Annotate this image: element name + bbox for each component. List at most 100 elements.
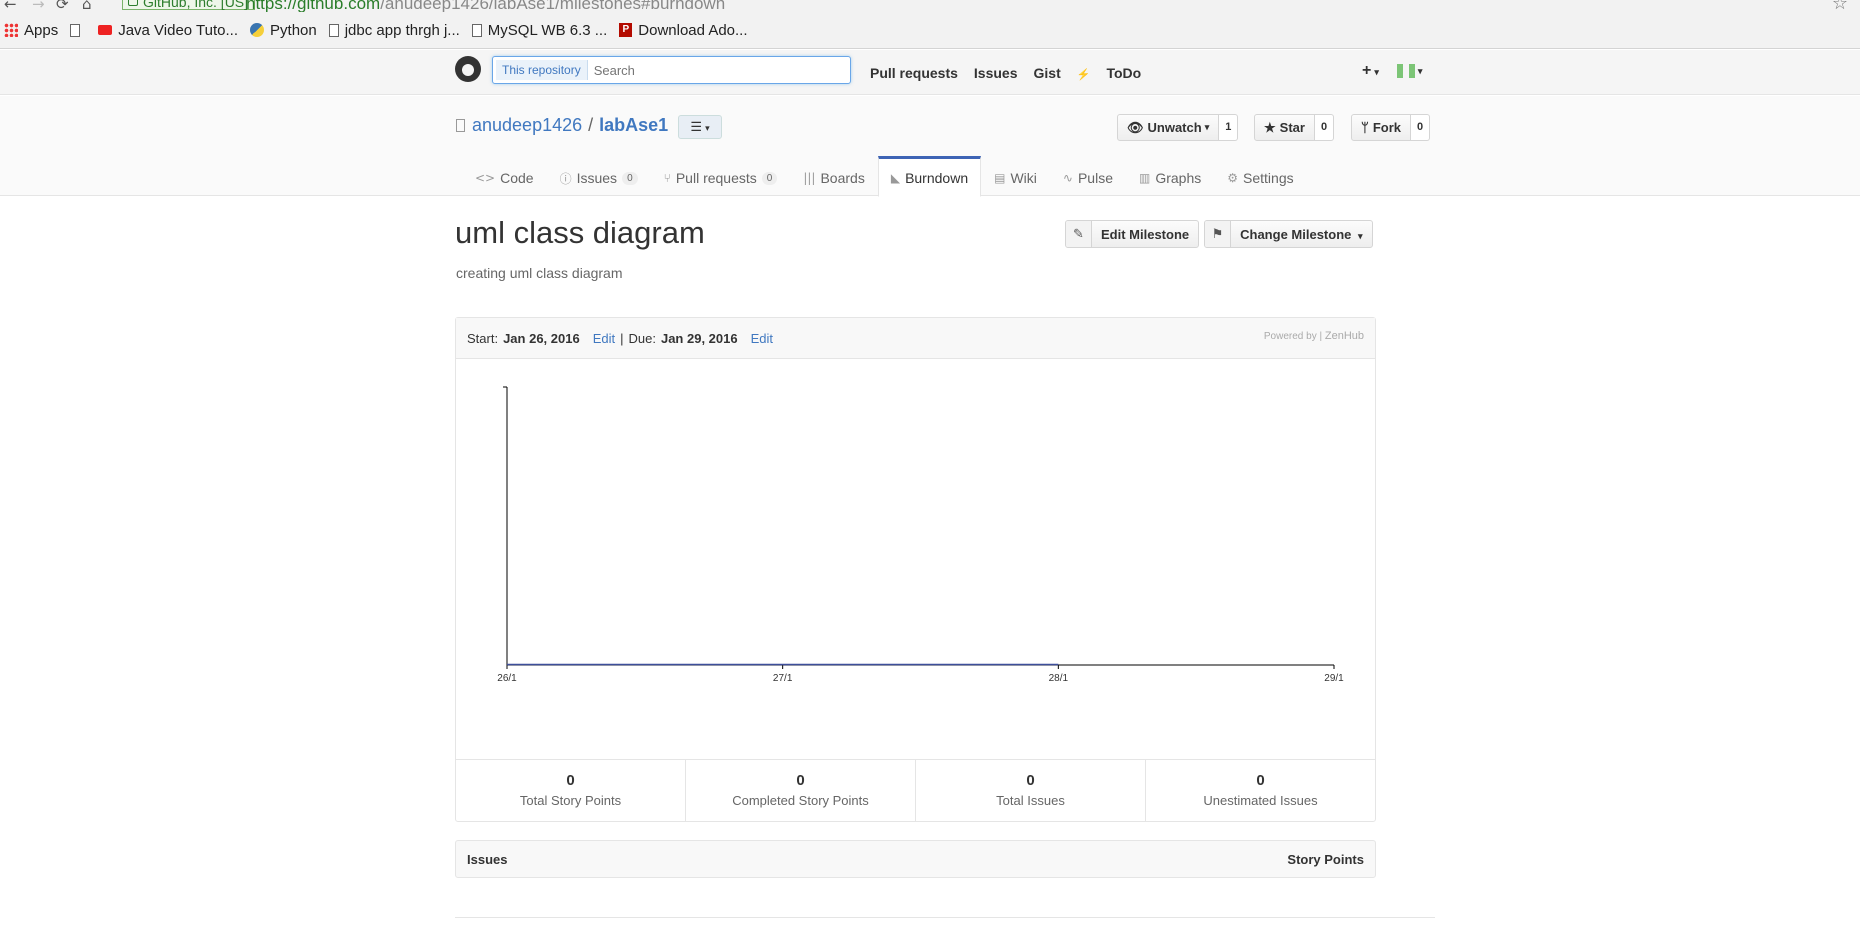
repo-separator: / bbox=[588, 115, 594, 135]
x-tick-label: 28/1 bbox=[1049, 673, 1069, 684]
repo-icon bbox=[456, 119, 465, 132]
bookmark-mysql[interactable]: MySQL WB 6.3 ... bbox=[471, 22, 607, 39]
bookmark-java[interactable]: Java Video Tuto... bbox=[98, 22, 238, 39]
star-button[interactable]: ★ Star bbox=[1254, 114, 1315, 141]
edit-start-link[interactable]: Edit bbox=[593, 331, 615, 346]
header-actions: + ▾ ▾ bbox=[1362, 62, 1422, 80]
repo-tabs: <> Code ⓘ Issues 0 ⑂ Pull requests 0 ||| Board… bbox=[462, 156, 1307, 197]
stat-total-story-points: 0 Total Story Points bbox=[456, 760, 686, 822]
x-tick-label: 29/1 bbox=[1324, 673, 1344, 684]
boards-icon: ||| bbox=[803, 171, 816, 185]
star-icon: ★ bbox=[1264, 120, 1276, 135]
repo-header: anudeep1426 / labAse1 ☰ ▾ 👁 Unwatch ▾ 1 ★ St… bbox=[0, 96, 1860, 197]
story-points-column-header: Story Points bbox=[1287, 851, 1364, 867]
nav-pull-requests[interactable]: Pull requests bbox=[870, 65, 958, 81]
nav-gist[interactable]: Gist bbox=[1034, 65, 1061, 81]
issues-count: 0 bbox=[622, 171, 638, 185]
milestone-title: uml class diagram bbox=[455, 215, 705, 250]
reload-icon[interactable]: ⟳ bbox=[56, 0, 69, 12]
bookmarks-bar: Apps Java Video Tuto... Python jdbc app … bbox=[0, 12, 1860, 49]
edit-milestone-button[interactable]: ✎ Edit Milestone bbox=[1065, 220, 1200, 248]
tab-boards[interactable]: ||| Boards bbox=[790, 159, 878, 197]
tab-burndown[interactable]: ◣ Burndown bbox=[877, 156, 982, 197]
pulse-icon: ∿ bbox=[1062, 171, 1073, 185]
chevron-down-icon[interactable]: ▾ bbox=[1418, 66, 1423, 77]
tab-issues[interactable]: ⓘ Issues 0 bbox=[547, 159, 651, 197]
pull-request-icon: ⑂ bbox=[663, 171, 671, 185]
security-badge[interactable]: GitHub, Inc. [US] bbox=[122, 0, 256, 10]
watch-group: 👁 Unwatch ▾ 1 bbox=[1117, 114, 1239, 141]
gear-icon: ⚙ bbox=[1227, 171, 1239, 185]
bookmark-star-icon[interactable]: ☆ bbox=[1832, 0, 1848, 12]
burndown-icon: ◣ bbox=[890, 170, 901, 185]
avatar[interactable] bbox=[1396, 64, 1415, 78]
todo-icon: ⚡ bbox=[1076, 68, 1091, 81]
issues-column-header: Issues bbox=[467, 851, 508, 867]
unwatch-button[interactable]: 👁 Unwatch ▾ bbox=[1117, 114, 1220, 141]
bookmark-jdbc[interactable]: jdbc app thrgh j... bbox=[328, 22, 460, 39]
fork-icon: ᛘ bbox=[1361, 120, 1369, 135]
tab-graphs[interactable]: ▥ Graphs bbox=[1126, 159, 1214, 197]
browser-toolbar: ← → ⟳ ⌂ GitHub, Inc. [US] https://github… bbox=[0, 0, 1860, 12]
graph-icon: ▥ bbox=[1138, 171, 1151, 185]
forward-icon[interactable]: → bbox=[32, 0, 45, 12]
file-icon bbox=[471, 23, 482, 37]
back-icon[interactable]: ← bbox=[4, 0, 17, 12]
nav-todo[interactable]: ⚡ ToDo bbox=[1077, 65, 1157, 81]
pencil-icon: ✎ bbox=[1066, 221, 1092, 247]
lock-icon bbox=[128, 0, 138, 6]
x-tick-label: 27/1 bbox=[773, 673, 793, 684]
burndown-panel-header: Start: Jan 26, 2016 Edit | Due: Jan 29, … bbox=[456, 318, 1375, 359]
python-icon bbox=[250, 23, 265, 37]
github-header: This repository Pull requests Issues Gis… bbox=[0, 50, 1860, 95]
milestone-description: creating uml class diagram bbox=[456, 265, 623, 281]
home-icon[interactable]: ⌂ bbox=[82, 0, 92, 12]
start-date: Jan 26, 2016 bbox=[503, 330, 580, 346]
bookmark-apps[interactable]: Apps bbox=[4, 22, 58, 39]
issues-table-header: Issues Story Points bbox=[455, 840, 1376, 878]
burndown-chart-svg: 26/1 27/1 28/1 29/1 bbox=[497, 386, 1344, 684]
edit-due-link[interactable]: Edit bbox=[751, 331, 773, 346]
pdf-icon: P bbox=[619, 23, 633, 37]
change-milestone-button[interactable]: ⚑ Change Milestone ▾ bbox=[1204, 220, 1373, 248]
repo-title: anudeep1426 / labAse1 bbox=[456, 115, 668, 136]
search-scope-label: This repository bbox=[496, 60, 588, 80]
issue-icon: ⓘ bbox=[559, 171, 572, 186]
bookmark-blank[interactable] bbox=[70, 23, 86, 37]
star-group: ★ Star 0 bbox=[1254, 114, 1335, 141]
search-box[interactable]: This repository bbox=[492, 56, 851, 84]
tab-pulse[interactable]: ∿ Pulse bbox=[1050, 159, 1126, 197]
fork-count[interactable]: 0 bbox=[1410, 114, 1431, 141]
milestone-actions: ✎ Edit Milestone ⚑ Change Milestone ▾ bbox=[1065, 220, 1378, 248]
nav-issues[interactable]: Issues bbox=[974, 65, 1018, 81]
tab-wiki[interactable]: ▤ Wiki bbox=[981, 159, 1050, 197]
tab-settings[interactable]: ⚙ Settings bbox=[1214, 159, 1306, 197]
address-bar[interactable]: https://github.com/anudeep1426/labAse1/m… bbox=[246, 0, 725, 12]
star-count[interactable]: 0 bbox=[1314, 114, 1335, 141]
powered-by[interactable]: Powered by | ZenHub bbox=[1264, 330, 1364, 342]
eye-icon: 👁 bbox=[1127, 120, 1144, 135]
stat-unestimated-issues: 0 Unestimated Issues bbox=[1203, 772, 1318, 808]
github-logo-icon[interactable] bbox=[455, 56, 481, 82]
tab-pull-requests[interactable]: ⑂ Pull requests 0 bbox=[651, 159, 791, 197]
header-nav: Pull requests Issues Gist ⚡ ToDo bbox=[870, 50, 1173, 95]
due-date: Jan 29, 2016 bbox=[660, 330, 738, 346]
list-menu-button[interactable]: ☰ ▾ bbox=[678, 115, 722, 139]
youtube-icon bbox=[98, 25, 113, 35]
stat-completed-story-points: 0 Completed Story Points bbox=[686, 760, 916, 822]
bookmark-python[interactable]: Python bbox=[250, 22, 317, 39]
tab-code[interactable]: <> Code bbox=[462, 159, 547, 197]
create-new-icon[interactable]: + ▾ bbox=[1362, 62, 1379, 80]
bookmark-adobe[interactable]: P Download Ado... bbox=[619, 22, 748, 39]
footer-divider bbox=[455, 917, 1435, 918]
file-icon bbox=[70, 23, 81, 37]
search-input[interactable] bbox=[593, 62, 794, 78]
code-icon: <> bbox=[475, 171, 496, 185]
fork-group: ᛘ Fork 0 bbox=[1351, 114, 1431, 141]
fork-button[interactable]: ᛘ Fork bbox=[1351, 114, 1411, 141]
stat-total-issues: 0 Total Issues bbox=[916, 760, 1146, 822]
x-tick-label: 26/1 bbox=[497, 673, 517, 684]
repo-name-link[interactable]: labAse1 bbox=[599, 115, 668, 136]
repo-owner-link[interactable]: anudeep1426 bbox=[472, 115, 582, 136]
watch-count[interactable]: 1 bbox=[1219, 114, 1239, 141]
